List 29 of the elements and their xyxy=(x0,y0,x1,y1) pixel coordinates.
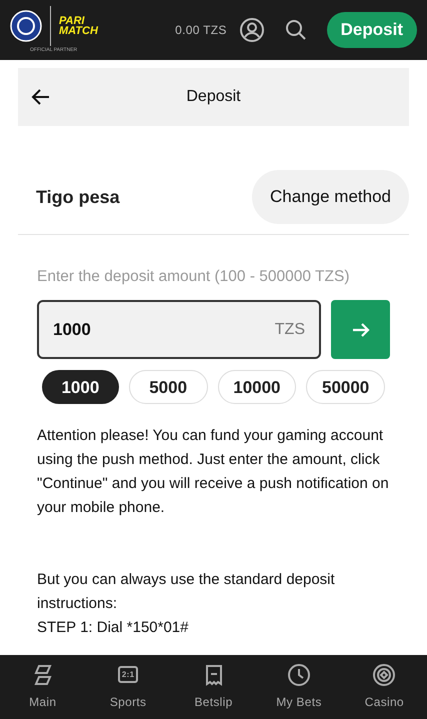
info-text: But you can always use the standard deposit instructions: xyxy=(37,570,336,614)
nav-tab[interactable]: Main xyxy=(0,655,86,719)
amount-chip[interactable]: 1000 xyxy=(42,370,119,404)
amount-chip[interactable]: 50000 xyxy=(306,370,385,404)
currency-label: TZS xyxy=(274,320,305,340)
amount-chip[interactable]: 5000 xyxy=(128,370,208,404)
crest-icon xyxy=(10,10,42,42)
brand-logo: PARI MATCH xyxy=(59,16,98,36)
change-method-button[interactable]: Change method xyxy=(252,170,409,224)
nav-tab[interactable]: Casino xyxy=(342,655,427,719)
nav-tab[interactable]: Betslip xyxy=(170,655,256,719)
method-name: Tigo pesa xyxy=(36,186,120,209)
score-text: 2:1 xyxy=(122,671,134,679)
clock-icon xyxy=(286,663,311,687)
nav-tab[interactable]: My Bets xyxy=(256,655,342,719)
continue-button[interactable] xyxy=(331,300,390,360)
info-text: Attention please! You can fund your gaming account using the push method. Just enter the amount, click "Continue" and you will receive a push notification on your mobile phone. xyxy=(37,426,390,518)
amount-chip[interactable]: 10000 xyxy=(218,370,296,404)
nav-tab[interactable]: 2:1 Sports xyxy=(85,655,171,719)
chip-icon xyxy=(372,663,396,687)
profile-icon[interactable] xyxy=(238,17,265,43)
back-icon[interactable] xyxy=(31,87,51,107)
search-icon[interactable] xyxy=(284,19,307,41)
page-title: Deposit xyxy=(186,87,241,107)
amount-field[interactable]: 1000 TZS xyxy=(37,300,321,360)
info-text: STEP 1: Dial *150*01# xyxy=(37,618,190,638)
amount-label: Enter the deposit amount (100 - 500000 TZS) xyxy=(37,267,350,287)
deposit-button[interactable]: Deposit xyxy=(326,12,417,48)
balance-text: 0.00 TZS xyxy=(175,22,227,39)
